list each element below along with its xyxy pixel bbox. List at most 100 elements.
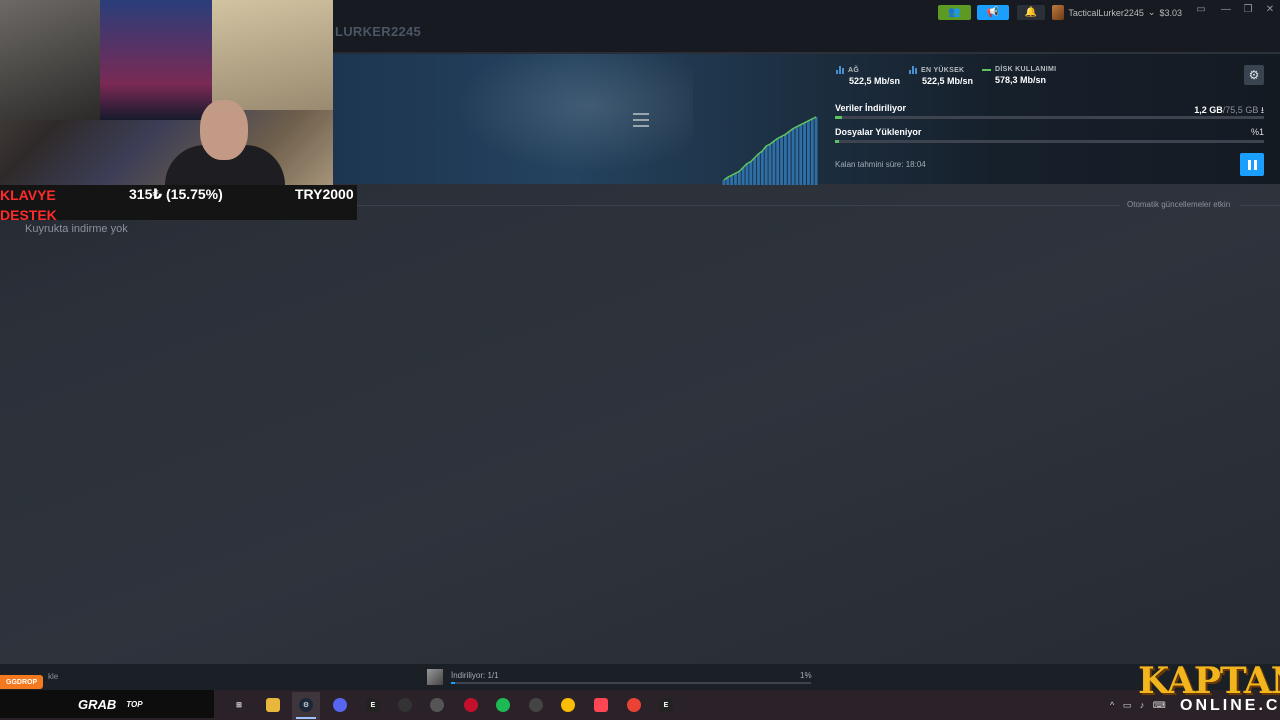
valorant-icon[interactable] bbox=[594, 698, 608, 712]
announcements-button[interactable]: 📢 bbox=[977, 5, 1009, 20]
add-game-button[interactable]: kle bbox=[48, 672, 58, 681]
download-status[interactable]: İndiriliyor: 1/1 bbox=[451, 671, 499, 680]
download-progress bbox=[835, 116, 1264, 119]
gear-icon: ⚙ bbox=[1248, 68, 1260, 82]
spotify-icon[interactable] bbox=[496, 698, 510, 712]
epic-icon[interactable]: E bbox=[366, 698, 380, 712]
bar-chart-icon bbox=[836, 66, 844, 74]
streamer-head bbox=[200, 100, 248, 160]
account-menu[interactable]: TacticalLurker2245 ⌄ $3.03 bbox=[1052, 4, 1182, 21]
recorder-icon[interactable] bbox=[398, 698, 412, 712]
graph-bar bbox=[753, 157, 757, 185]
downloading-label: Veriler İndiriliyor bbox=[835, 103, 907, 113]
watermark-subtext: ONLINE.COM bbox=[1180, 697, 1280, 714]
install-progress bbox=[835, 140, 1264, 143]
epic-launcher-icon[interactable]: E bbox=[659, 698, 673, 712]
stat-disk: DİSK KULLANIMI 578,3 Mb/sn bbox=[982, 66, 1056, 85]
graph-bar bbox=[791, 128, 795, 185]
settings-button[interactable]: ⚙ bbox=[1244, 65, 1264, 85]
webcam-feed bbox=[0, 0, 333, 185]
graph-bar bbox=[737, 171, 741, 185]
poster bbox=[100, 0, 212, 120]
graph-bar bbox=[795, 126, 799, 185]
stat-value: 522,5 Mb/sn bbox=[922, 76, 974, 86]
close-button[interactable]: ✕ bbox=[1260, 4, 1280, 15]
graph-bar bbox=[760, 150, 764, 185]
game-thumbnail bbox=[427, 669, 443, 685]
graph-bar bbox=[764, 146, 768, 185]
avatar bbox=[1052, 5, 1065, 20]
account-name: TacticalLurker2245 bbox=[1068, 7, 1144, 18]
goal-progress: 315₺ (15.75%) bbox=[129, 186, 223, 202]
steam-icon[interactable]: ⚙ bbox=[299, 698, 313, 712]
chrome-profile-icon[interactable] bbox=[627, 698, 641, 712]
goal-target: TRY2000 bbox=[295, 186, 354, 202]
bell-icon: 🔔 bbox=[1024, 7, 1038, 18]
pause-button[interactable] bbox=[1240, 153, 1264, 176]
graph-bar bbox=[741, 167, 745, 185]
sponsor-banner: GRAB TOP bbox=[0, 690, 214, 718]
stat-label: AĞ bbox=[848, 66, 860, 74]
graph-bar bbox=[814, 116, 818, 185]
stat-label: DİSK KULLANIMI bbox=[995, 66, 1057, 73]
megaphone-icon: 📢 bbox=[986, 7, 1000, 18]
friends-icon: 👥 bbox=[948, 7, 961, 18]
stat-value: 522,5 Mb/sn bbox=[849, 76, 901, 86]
network-graph bbox=[722, 116, 818, 185]
stat-label: EN YÜKSEK bbox=[921, 66, 965, 74]
watermark-logo: KAPTAN bbox=[1138, 660, 1280, 702]
keyboard-goal-label: KLAVYE DESTEK bbox=[0, 187, 57, 223]
steelseries-icon[interactable] bbox=[529, 698, 543, 712]
auto-updates-text: Otomatik güncellemeler etkin bbox=[1127, 200, 1231, 209]
wallet-balance: $3.03 bbox=[1159, 7, 1182, 18]
task-view-icon[interactable]: ⊞ bbox=[232, 698, 246, 712]
top-text: TOP bbox=[126, 699, 143, 709]
bottom-progress bbox=[451, 682, 811, 684]
ggdrop-badge: GGDROP bbox=[0, 675, 44, 689]
graph-bar bbox=[722, 180, 726, 185]
poster bbox=[0, 0, 100, 120]
graph-bar bbox=[799, 124, 803, 185]
notifications-button[interactable]: 🔔 bbox=[1017, 5, 1045, 20]
line-icon bbox=[982, 68, 991, 71]
graph-bar bbox=[776, 138, 780, 185]
stat-peak: EN YÜKSEK 522,5 Mb/sn bbox=[909, 66, 973, 86]
friends-button[interactable]: 👥 bbox=[938, 5, 971, 20]
graph-bar bbox=[787, 131, 791, 185]
graph-bar bbox=[757, 153, 760, 185]
installing-label: Dosyalar Yükleniyor bbox=[835, 127, 922, 137]
eta-text: Kalan tahmini süre: 18:04 bbox=[835, 160, 926, 169]
divider bbox=[1240, 205, 1280, 206]
opera-icon[interactable] bbox=[464, 698, 478, 712]
divider bbox=[356, 205, 1120, 206]
grab-text: GRAB bbox=[78, 696, 117, 712]
graph-bar bbox=[803, 122, 806, 185]
graph-bar bbox=[734, 173, 737, 185]
minimize-button[interactable]: — bbox=[1216, 4, 1236, 15]
bar-chart-icon bbox=[909, 66, 917, 74]
graph-bar bbox=[749, 161, 753, 185]
stat-network: AĞ 522,5 Mb/sn bbox=[836, 66, 900, 86]
graph-bar bbox=[806, 120, 810, 185]
poster bbox=[212, 0, 333, 110]
active-indicator bbox=[296, 717, 316, 719]
graph-bar bbox=[810, 118, 814, 185]
steam-bottom-bar bbox=[0, 664, 1280, 690]
maximize-button[interactable]: ❐ bbox=[1238, 4, 1258, 15]
graph-bar bbox=[730, 175, 734, 185]
menu-icon[interactable] bbox=[633, 113, 649, 127]
folder-icon[interactable] bbox=[266, 698, 280, 712]
chrome-icon[interactable] bbox=[561, 698, 575, 712]
discord-icon[interactable] bbox=[333, 698, 347, 712]
bottom-percent: 1% bbox=[800, 671, 812, 680]
installing-percent: %1 bbox=[1250, 127, 1264, 137]
graph-bar bbox=[783, 134, 787, 185]
unity-icon[interactable] bbox=[430, 698, 444, 712]
big-picture-button[interactable]: ▭ bbox=[1191, 4, 1211, 15]
graph-bar bbox=[772, 141, 776, 185]
chevron-down-icon: ⌄ bbox=[1147, 7, 1156, 17]
stat-value: 578,3 Mb/sn bbox=[995, 75, 1047, 85]
game-artwork bbox=[433, 54, 693, 184]
graph-bar bbox=[780, 136, 783, 185]
graph-bar bbox=[768, 144, 772, 185]
